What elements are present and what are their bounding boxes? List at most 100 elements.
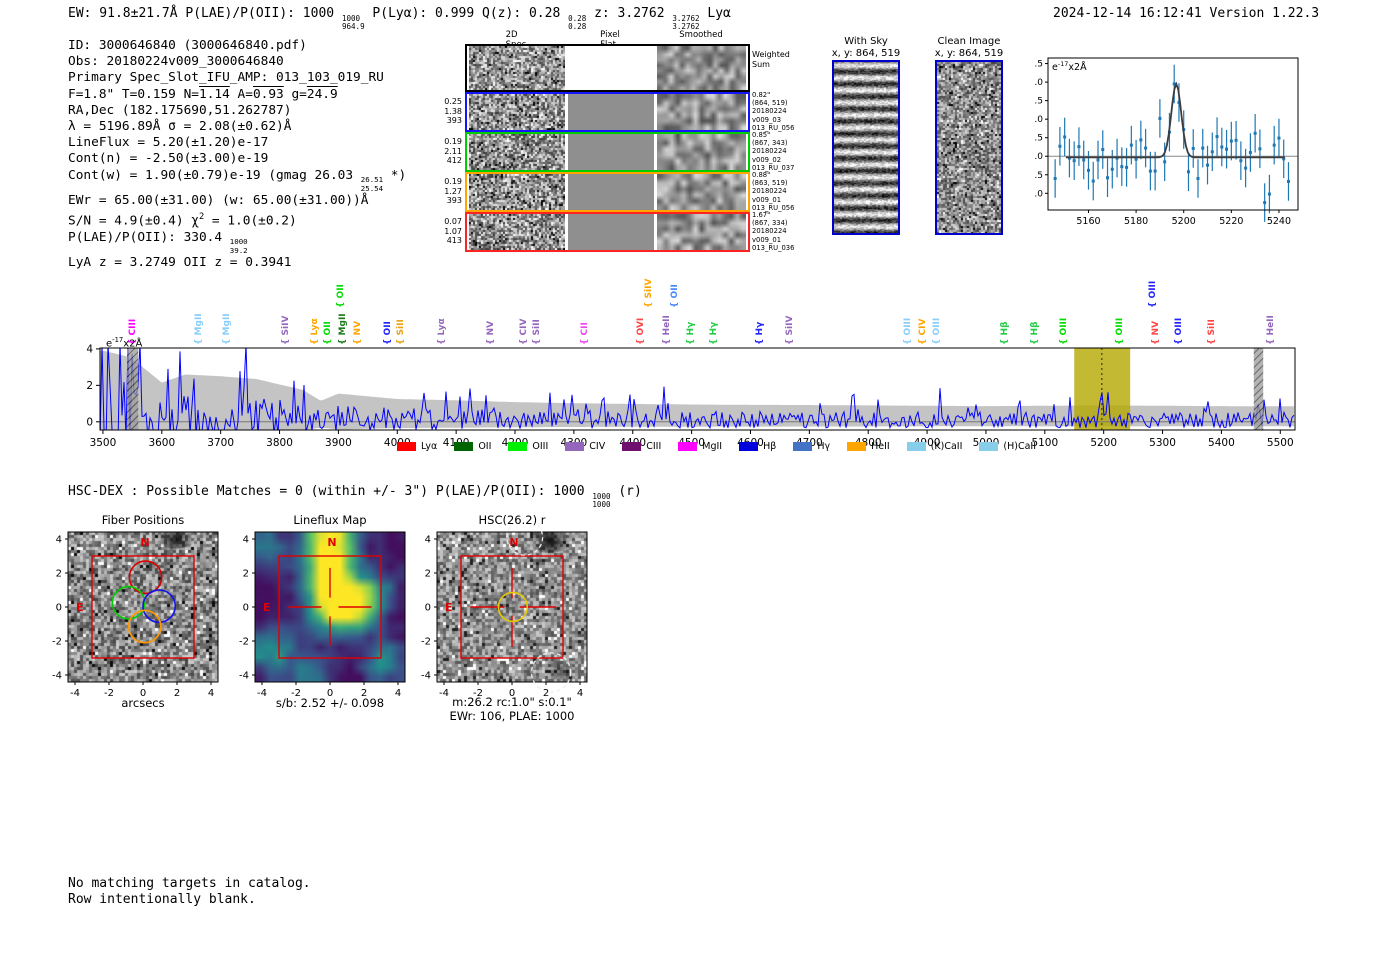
svg-text:2: 2: [425, 569, 431, 580]
target-info-block: ID: 3000646840 (3000646840.pdf) Obs: 2018…: [68, 38, 406, 271]
legend-swatch: [678, 442, 698, 451]
svg-text:0: 0: [140, 688, 146, 696]
hsc-cutout-overlay: -4-4-2-2002244NE: [421, 524, 588, 696]
legend-swatch: [454, 442, 474, 451]
svg-text:4: 4: [56, 535, 62, 546]
svg-text:E: E: [76, 601, 84, 614]
svg-text:-2: -2: [421, 637, 431, 648]
spec2d-row: [465, 92, 750, 132]
svg-text:-2: -2: [104, 688, 114, 696]
svg-text:5200: 5200: [1090, 437, 1117, 449]
info-line: Cont(w) = 1.90(±0.79)e-19 (gmag 26.03 26…: [68, 167, 407, 193]
zoom-plot-unit-label: e-17x2Å: [1052, 60, 1087, 74]
svg-text:4: 4: [243, 535, 249, 546]
legend-item: (K)CaII: [906, 441, 962, 452]
lineflux-caption: s/b: 2.52 +/- 0.098: [275, 696, 385, 710]
svg-text:4: 4: [86, 343, 93, 355]
svg-text:0: 0: [86, 416, 93, 428]
svg-text:2.5: 2.5: [1035, 60, 1043, 70]
svg-text:2.0: 2.0: [1035, 78, 1043, 88]
svg-text:-2: -2: [291, 688, 301, 696]
info-line: Cont(n) = -2.50(±3.00)e-19: [68, 151, 269, 167]
svg-text:4: 4: [425, 535, 431, 546]
svg-text:5300: 5300: [1149, 437, 1176, 449]
legend-swatch: [622, 442, 642, 451]
svg-text:0: 0: [425, 603, 431, 614]
info-line: F=1.8" T=0.159 N=1.14 A=0.93 g=24.9: [68, 86, 338, 102]
full-spectrum-plot: 3500360037003800390040004100420043004400…: [86, 343, 1296, 449]
legend-item: Hγ: [793, 441, 830, 452]
svg-text:0: 0: [327, 688, 333, 696]
spec2d-row-right-meta: 1.67" (867, 334) 20180224 v009_01 013_RU_036: [752, 211, 795, 252]
spec2d-row-left-stats: 0.25 1.38 393: [444, 97, 462, 125]
svg-text:0.0: 0.0: [1035, 152, 1043, 162]
svg-text:5200: 5200: [1172, 216, 1196, 227]
legend-swatch: [906, 442, 926, 451]
hsc-dex-match-line: HSC-DEX : Possible Matches = 0 (within +…: [68, 484, 642, 510]
svg-text:N: N: [327, 536, 336, 549]
legend-swatch: [508, 442, 528, 451]
info-line: Primary Spec_Slot_IFU_AMP: 013_103_019_R…: [68, 70, 384, 86]
fiber-xlabel: arcsecs: [121, 696, 165, 710]
svg-text:-1.0: -1.0: [1035, 189, 1043, 199]
svg-text:-4: -4: [257, 688, 267, 696]
svg-text:5160: 5160: [1076, 216, 1100, 227]
spec2d-row: [465, 212, 750, 252]
hsc-caption-2: EWr: 106, PLAE: 1000: [449, 709, 575, 723]
spec2d-row-right-meta: 0.82" (864, 519) 20180224 v009_03 013_RU_056: [752, 91, 795, 132]
svg-text:1.0: 1.0: [1035, 115, 1043, 125]
legend-swatch: [847, 442, 867, 451]
svg-text:3700: 3700: [207, 437, 234, 449]
spec2d-pixel-flat: [568, 174, 654, 210]
info-line: λ = 5196.89Å σ = 2.08(±0.62)Å: [68, 119, 292, 135]
svg-text:3600: 3600: [148, 437, 175, 449]
info-line: P(LAE)/P(OII): 330.4 1000 39.2: [68, 229, 248, 255]
spec2d-pixel-flat: [568, 94, 654, 130]
svg-text:5180: 5180: [1124, 216, 1148, 227]
footer-line: No matching targets in catalog.: [68, 876, 311, 891]
legend-item: Lyα: [397, 441, 437, 452]
svg-text:4: 4: [208, 688, 214, 696]
footer-notes: No matching targets in catalog. Row inten…: [68, 876, 311, 907]
svg-text:-0.5: -0.5: [1035, 171, 1043, 181]
with-sky-title: With Sky x, y: 864, 519: [831, 36, 901, 59]
svg-text:2: 2: [361, 688, 367, 696]
svg-text:2: 2: [56, 569, 62, 580]
svg-text:-2: -2: [52, 637, 62, 648]
info-line: Obs: 20180224v009_3000646840: [68, 54, 284, 70]
spec2d-row-left-stats: 0.07 1.07 413: [444, 217, 462, 245]
spectral-line-legend: Lyα OII OIII CIV CIII MgII Hβ Hγ HeII (K)CaII (H)C…: [397, 441, 1036, 452]
legend-item: Hβ: [739, 441, 776, 452]
spec2d-row-left-stats: 0.19 1.27 393: [444, 177, 462, 205]
info-line: EWr = 65.00(±31.00) (w: 65.00(±31.00))Å: [68, 192, 369, 208]
svg-text:2: 2: [243, 569, 249, 580]
svg-text:0.5: 0.5: [1035, 134, 1043, 144]
info-line: LyA z = 3.2749 OII z = 0.3941: [68, 254, 292, 270]
svg-text:5500: 5500: [1267, 437, 1294, 449]
legend-item: OII: [454, 441, 491, 452]
spec2d-row: [465, 172, 750, 212]
svg-text:2: 2: [86, 380, 93, 392]
with-sky-image: [832, 60, 900, 235]
svg-text:5220: 5220: [1219, 216, 1243, 227]
svg-text:3500: 3500: [90, 437, 117, 449]
legend-item: MgII: [678, 441, 722, 452]
info-line: ID: 3000646840 (3000646840.pdf): [68, 38, 307, 53]
svg-text:5400: 5400: [1208, 437, 1235, 449]
elixer-report-page: { "header": { "left_segments": [ {"t":"E…: [0, 0, 1400, 953]
legend-swatch: [397, 442, 416, 451]
legend-swatch: [979, 442, 999, 451]
svg-text:1.5: 1.5: [1035, 97, 1043, 107]
svg-text:N: N: [140, 536, 149, 549]
hsc-caption-1: m:26.2 rc:1.0" s:0.1": [452, 695, 572, 709]
spec2d-row-right-meta: 0.85" (867, 343) 20180224 v009_02 013_RU_037: [752, 131, 795, 172]
svg-text:N: N: [509, 536, 518, 549]
svg-text:0: 0: [56, 603, 62, 614]
svg-text:E: E: [445, 601, 453, 614]
svg-text:-4: -4: [70, 688, 80, 696]
clean-image: [935, 60, 1003, 235]
spec2d-pixel-flat: [568, 214, 654, 250]
legend-item: HeII: [847, 441, 890, 452]
svg-text:2: 2: [174, 688, 180, 696]
header-timestamp-version: 2024-12-14 16:12:41 Version 1.22.3: [1053, 6, 1320, 21]
